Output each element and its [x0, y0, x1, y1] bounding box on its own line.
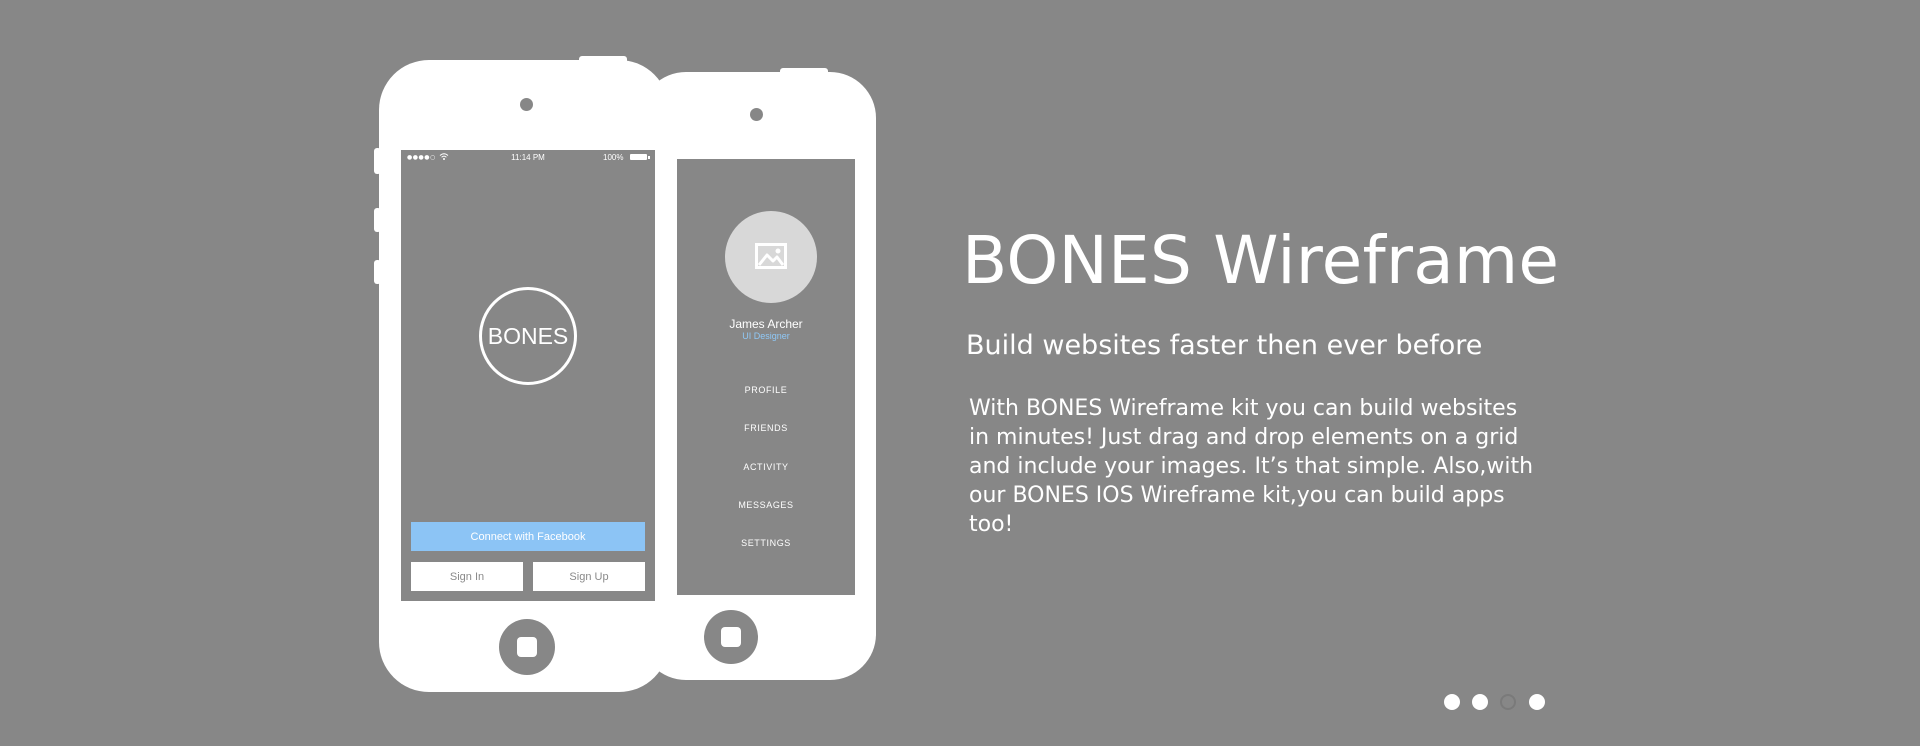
front-camera	[750, 108, 763, 121]
logo-text: BONES	[487, 323, 569, 349]
sign-in-button[interactable]: Sign In	[411, 562, 523, 591]
hero-description: With BONES Wireframe kit you can build w…	[969, 396, 1534, 537]
sign-up-button[interactable]: Sign Up	[533, 562, 645, 591]
login-screen: ●●●●○ 11:14 PM 100% BONES Connect with F…	[401, 150, 655, 601]
menu-item-activity[interactable]: ACTIVITY	[677, 462, 855, 472]
volume-down-button	[374, 260, 381, 284]
profile-name: James Archer	[729, 317, 803, 331]
battery-icon	[630, 154, 647, 160]
profile-role: UI Designer	[742, 331, 790, 341]
power-button	[780, 68, 828, 76]
image-placeholder-icon	[755, 243, 787, 269]
slide-dot-4[interactable]	[1529, 694, 1545, 710]
menu-phone-mockup: James Archer UI Designer PROFILE FRIENDS…	[640, 68, 876, 680]
slide-dot-2[interactable]	[1472, 694, 1488, 710]
home-button-icon	[721, 627, 741, 647]
slide-dot-1[interactable]	[1444, 694, 1460, 710]
power-button	[579, 56, 627, 64]
login-phone-mockup: ●●●●○ 11:14 PM 100% BONES Connect with F…	[374, 56, 669, 692]
mute-switch	[374, 148, 381, 174]
battery-tip	[648, 156, 650, 159]
hero-subtitle: Build websites faster then ever before	[966, 330, 1483, 361]
status-bar: ●●●●○ 11:14 PM 100%	[401, 150, 655, 166]
menu-item-profile[interactable]: PROFILE	[677, 385, 855, 395]
front-camera	[520, 98, 533, 111]
battery-percentage: 100%	[603, 153, 624, 162]
menu-item-settings[interactable]: SETTINGS	[677, 538, 855, 548]
home-button[interactable]	[704, 610, 758, 664]
menu-item-friends[interactable]: FRIENDS	[677, 423, 855, 433]
menu-screen: James Archer UI Designer PROFILE FRIENDS…	[677, 159, 855, 595]
hero-title: BONES Wireframe	[962, 222, 1560, 299]
menu-item-messages[interactable]: MESSAGES	[677, 500, 855, 510]
home-button[interactable]	[499, 619, 555, 675]
connect-facebook-button[interactable]: Connect with Facebook	[411, 522, 645, 551]
bones-logo: BONES	[479, 287, 577, 385]
volume-up-button	[374, 208, 381, 232]
slide-dot-3-active[interactable]	[1500, 694, 1516, 710]
home-button-icon	[517, 637, 537, 657]
avatar[interactable]	[725, 211, 817, 303]
